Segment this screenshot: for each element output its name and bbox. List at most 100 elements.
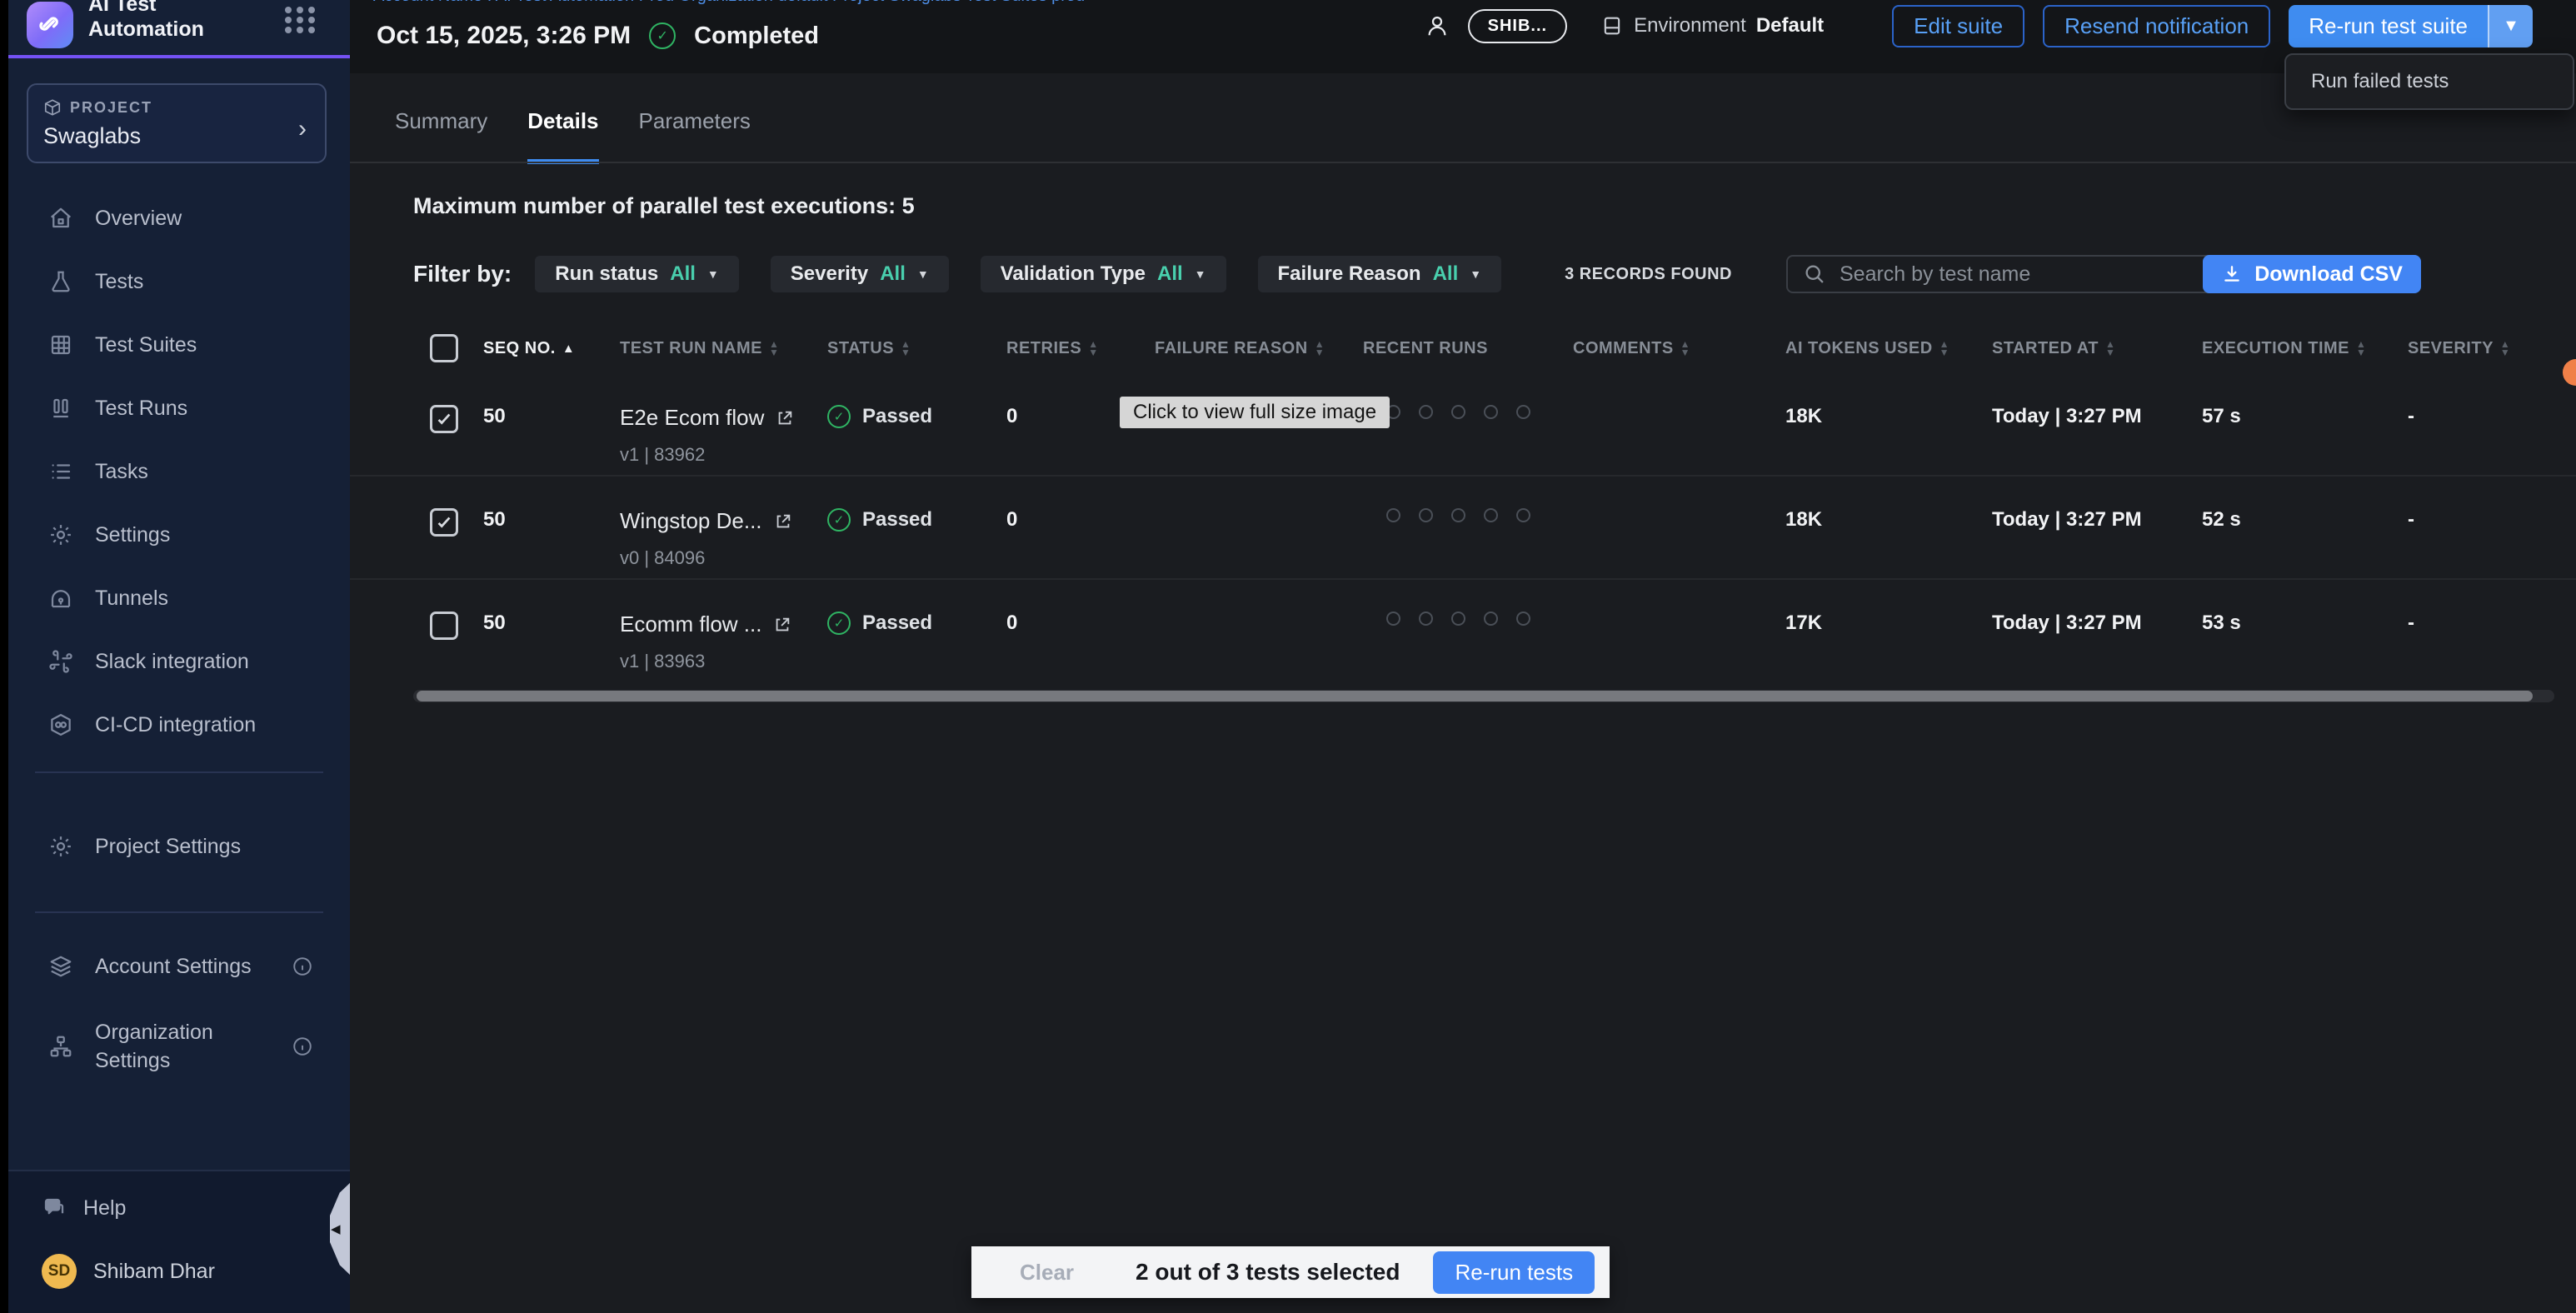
environment-value[interactable]: Default	[1756, 14, 1824, 37]
sort-icon: ▲▼	[1088, 340, 1098, 357]
project-switcher[interactable]: PROJECT Swaglabs ›	[27, 83, 327, 163]
tab-details[interactable]: Details	[527, 108, 598, 164]
account-pill[interactable]: SHIB...	[1468, 9, 1567, 43]
person-icon[interactable]	[1425, 13, 1450, 38]
select-all-checkbox[interactable]	[430, 334, 458, 362]
list-icon	[48, 459, 73, 484]
sidebar-item-slack-integration[interactable]: Slack integration	[8, 630, 350, 693]
info-icon[interactable]	[292, 1036, 313, 1057]
rerun-test-suite-split-button[interactable]: Re-run test suite ▼	[2289, 5, 2533, 47]
sidebar-item-tasks[interactable]: Tasks	[8, 440, 350, 503]
col-failure-reason[interactable]: FAILURE REASON▲▼	[1155, 339, 1363, 358]
caret-down-icon: ▼	[707, 267, 719, 281]
edit-suite-button[interactable]: Edit suite	[1892, 5, 2024, 47]
filter-failure-reason[interactable]: Failure ReasonAll▼	[1258, 256, 1502, 292]
rerun-dropdown-toggle[interactable]: ▼	[2488, 5, 2533, 47]
sort-icon: ▲▼	[1315, 340, 1325, 357]
recent-runs	[1363, 405, 1573, 419]
table-row[interactable]: 50 Ecomm flow ... v1 | 83963 ✓Passed 0 1…	[350, 582, 2576, 683]
rerun-tests-button[interactable]: Re-run tests	[1433, 1251, 1595, 1294]
col-severity[interactable]: SEVERITY▲▼	[2408, 339, 2563, 358]
col-ai-tokens-used[interactable]: AI TOKENS USED▲▼	[1785, 339, 1992, 358]
gear-icon	[48, 522, 73, 547]
user-name: Shibam Dhar	[93, 1260, 215, 1284]
columns-icon	[48, 396, 73, 421]
sidebar-item-tunnels[interactable]: Tunnels	[8, 567, 350, 630]
tab-parameters[interactable]: Parameters	[639, 108, 751, 164]
row-checkbox[interactable]	[430, 405, 458, 433]
row-checkbox[interactable]	[430, 508, 458, 537]
table-row[interactable]: 50 Wingstop De... v0 | 84096 ✓Passed 0 1…	[350, 478, 2576, 580]
project-label: PROJECT	[70, 99, 152, 117]
tab-summary[interactable]: Summary	[395, 108, 487, 164]
scrollbar-thumb[interactable]	[417, 691, 2533, 701]
run-version: v0 | 84096	[620, 547, 827, 569]
chevron-left-icon: ◀	[331, 1221, 341, 1236]
table-grid-icon	[48, 332, 73, 357]
col-status[interactable]: STATUS▲▼	[827, 339, 1006, 358]
recent-runs	[1363, 508, 1573, 522]
filter-run-status[interactable]: Run statusAll▼	[535, 256, 739, 292]
col-test-run-name[interactable]: TEST RUN NAME▲▼	[620, 339, 827, 358]
external-link-icon[interactable]	[776, 409, 794, 427]
table-row[interactable]: 50 E2e Ecom flow v1 | 83962 ✓Passed 0 18…	[350, 375, 2576, 477]
info-icon[interactable]	[292, 956, 313, 977]
download-icon	[2221, 263, 2243, 285]
clear-selection-button[interactable]: Clear	[1020, 1260, 1074, 1286]
cube-icon	[43, 98, 62, 117]
test-run-name-link[interactable]: Ecomm flow ...	[620, 612, 761, 637]
project-name: Swaglabs	[43, 123, 310, 149]
main-content: Account Name : AI Test Automation Prod O…	[350, 0, 2576, 1313]
selection-summary: 2 out of 3 tests selected	[1136, 1259, 1400, 1286]
completed-check-icon: ✓	[649, 22, 676, 49]
run-timestamp: Oct 15, 2025, 3:26 PM	[377, 22, 631, 50]
external-link-icon[interactable]	[773, 616, 791, 634]
resend-notification-button[interactable]: Resend notification	[2043, 5, 2270, 47]
sidebar-item-project-settings[interactable]: Project Settings	[8, 815, 350, 878]
col-started-at[interactable]: STARTED AT▲▼	[1992, 339, 2202, 358]
status-badge: ✓Passed	[827, 508, 1006, 532]
col-retries[interactable]: RETRIES▲▼	[1006, 339, 1155, 358]
test-run-name-link[interactable]: E2e Ecom flow	[620, 405, 764, 431]
app-logo-row: AI Test Automation	[8, 0, 350, 58]
filter-severity[interactable]: SeverityAll▼	[771, 256, 949, 292]
sidebar-item-overview[interactable]: Overview	[8, 187, 350, 250]
download-csv-button[interactable]: Download CSV	[2203, 255, 2421, 293]
col-seq-no[interactable]: SEQ NO.▲	[483, 339, 620, 358]
sort-icon: ▲▼	[2105, 340, 2115, 357]
sidebar-item-account-settings[interactable]: Account Settings	[8, 935, 350, 998]
menu-item-run-failed-tests[interactable]: Run failed tests	[2311, 70, 2449, 93]
sidebar-item-organization-settings[interactable]: Organization Settings	[8, 1005, 350, 1088]
avatar: SD	[42, 1254, 77, 1289]
app-launcher-icon[interactable]	[285, 7, 317, 33]
rerun-test-suite-button[interactable]: Re-run test suite	[2289, 5, 2488, 47]
user-menu[interactable]: SD Shibam Dhar	[8, 1245, 350, 1298]
filter-validation-type[interactable]: Validation TypeAll▼	[981, 256, 1226, 292]
sort-icon: ▲▼	[2356, 340, 2366, 357]
app-title: AI Test Automation	[88, 0, 255, 42]
sidebar-item-label: Test Suites	[95, 333, 197, 357]
sidebar-item-test-suites[interactable]: Test Suites	[8, 313, 350, 377]
status-badge: ✓Passed	[827, 612, 1006, 635]
help-chat-icon: ?	[42, 1196, 67, 1221]
sidebar-item-help[interactable]: ? Help	[8, 1171, 350, 1245]
sidebar-item-label: Project Settings	[95, 835, 241, 859]
sidebar-item-test-runs[interactable]: Test Runs	[8, 377, 350, 440]
external-link-icon[interactable]	[774, 512, 792, 531]
sidebar-item-cicd-integration[interactable]: CI-CD integration	[8, 693, 350, 756]
status-badge: ✓Passed	[827, 405, 1006, 428]
sidebar-item-label: Overview	[95, 207, 182, 231]
sidebar-item-settings[interactable]: Settings	[8, 503, 350, 567]
horizontal-scrollbar[interactable]	[413, 690, 2554, 702]
max-parallel-text: Maximum number of parallel test executio…	[413, 193, 915, 219]
col-recent-runs: RECENT RUNS	[1363, 339, 1573, 358]
sidebar-item-label: Slack integration	[95, 650, 249, 674]
row-checkbox[interactable]	[430, 612, 458, 640]
sidebar-item-label: Organization Settings	[95, 1018, 253, 1075]
test-run-name-link[interactable]: Wingstop De...	[620, 508, 762, 534]
sidebar-item-tests[interactable]: Tests	[8, 250, 350, 313]
col-execution-time[interactable]: EXECUTION TIME▲▼	[2202, 339, 2408, 358]
col-comments[interactable]: COMMENTS▲▼	[1573, 339, 1785, 358]
search-input[interactable]	[1840, 262, 2253, 287]
sidebar-item-label: Account Settings	[95, 955, 252, 979]
